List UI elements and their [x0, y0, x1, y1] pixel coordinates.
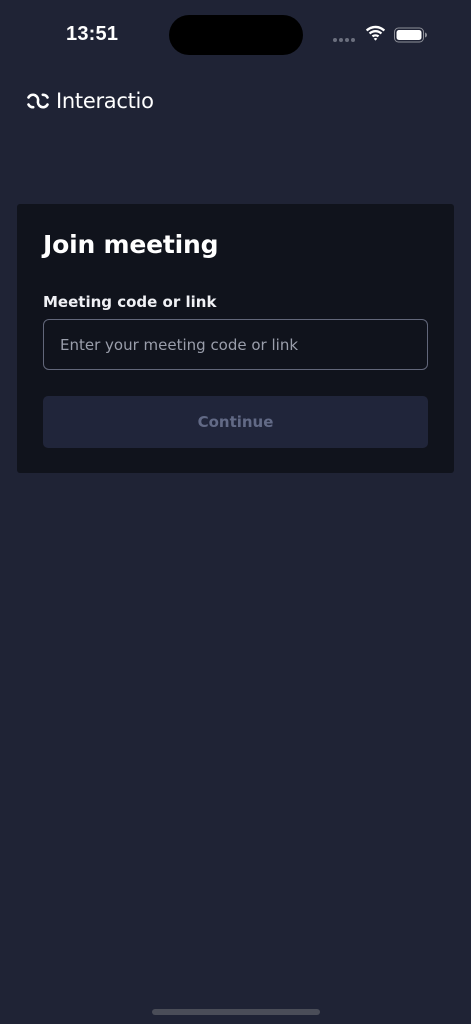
status-bar: 13:51 [0, 0, 471, 70]
interactio-logo: Interactio [25, 88, 154, 114]
meeting-code-input[interactable] [43, 319, 428, 370]
status-time: 13:51 [66, 23, 119, 45]
brand-name: Interactio [56, 89, 154, 113]
wifi-icon [365, 25, 386, 41]
dynamic-island [169, 15, 303, 55]
continue-button[interactable]: Continue [43, 396, 428, 448]
battery-icon [394, 27, 427, 43]
signal-dots-icon [333, 38, 357, 42]
join-meeting-card: Join meeting Meeting code or link Contin… [17, 204, 454, 473]
meeting-code-label: Meeting code or link [43, 293, 217, 311]
page-title: Join meeting [43, 230, 219, 259]
home-indicator [152, 1009, 320, 1015]
interactio-logo-icon [27, 93, 49, 109]
